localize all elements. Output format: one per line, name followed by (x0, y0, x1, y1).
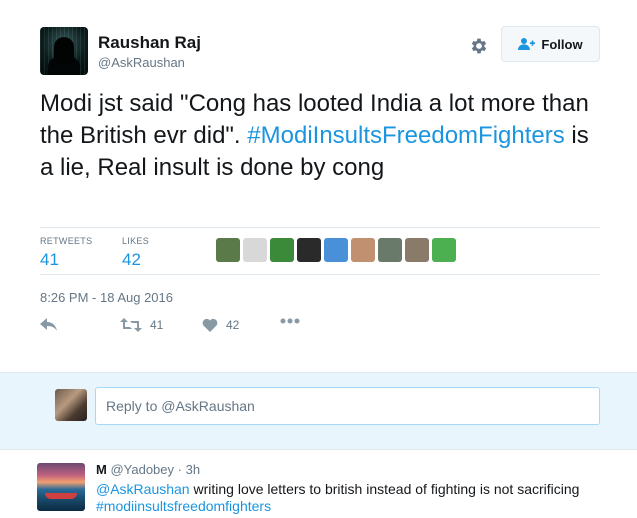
liker-avatars (216, 238, 456, 262)
reply-button[interactable] (40, 318, 58, 332)
reply-icon (40, 318, 57, 331)
reply-hashtag-link[interactable]: #modiinsultsfreedomfighters (96, 498, 271, 514)
reply-mention-link[interactable]: @AskRaushan (96, 481, 190, 497)
liker-avatar[interactable] (270, 238, 294, 262)
liker-avatar[interactable] (324, 238, 348, 262)
reply-author-avatar[interactable] (37, 463, 85, 511)
avatar-figure-hood (54, 37, 74, 63)
liker-avatar[interactable] (297, 238, 321, 262)
liker-avatar[interactable] (243, 238, 267, 262)
heart-icon (202, 318, 218, 332)
like-count: 42 (226, 318, 240, 332)
liker-avatar[interactable] (378, 238, 402, 262)
reply-text: @AskRaushan writing love letters to brit… (96, 481, 616, 515)
retweet-icon (120, 318, 142, 332)
liker-avatar[interactable] (351, 238, 375, 262)
follow-button-label: Follow (541, 36, 583, 52)
liker-avatar[interactable] (216, 238, 240, 262)
more-dots-icon (280, 318, 300, 324)
avatar-boat (45, 493, 77, 499)
likes-stat[interactable]: LIKES 42 (122, 236, 149, 270)
reply-composer: Reply to @AskRaushan (0, 372, 637, 450)
tweet-hashtag-link[interactable]: #ModiInsultsFreedomFighters (247, 122, 564, 149)
retweet-count: 41 (150, 318, 164, 332)
likes-label: LIKES (122, 236, 150, 246)
reply-tweet[interactable]: M @Yadobey · 3h @AskRaushan writing love… (0, 450, 637, 518)
likes-count: 42 (122, 250, 141, 269)
follow-button[interactable]: Follow (501, 26, 600, 62)
tweet-detail: Raushan Raj @AskRaushan Follow Modi jst … (0, 0, 637, 372)
tweet-text: Modi jst said "Cong has looted India a l… (40, 88, 600, 184)
retweets-count: 41 (40, 250, 59, 269)
reply-author-handle[interactable]: @Yadobey (110, 462, 174, 477)
follow-person-icon (518, 38, 536, 50)
liker-avatar[interactable] (405, 238, 429, 262)
reply-author-name[interactable]: M (96, 462, 107, 477)
like-button[interactable]: 42 (202, 318, 239, 332)
author-display-name[interactable]: Raushan Raj (98, 33, 201, 53)
more-button[interactable] (280, 318, 300, 324)
reply-input[interactable]: Reply to @AskRaushan (95, 387, 600, 425)
reply-time[interactable]: · 3h (178, 462, 200, 477)
gear-icon[interactable] (469, 36, 489, 56)
author-avatar[interactable] (40, 27, 88, 75)
reply-text-body: writing love letters to british instead … (189, 481, 580, 497)
retweet-button[interactable]: 41 (120, 318, 163, 332)
tweet-stats: RETWEETS 41 LIKES 42 (40, 227, 600, 275)
retweets-label: RETWEETS (40, 236, 93, 246)
retweets-stat[interactable]: RETWEETS 41 (40, 236, 92, 270)
current-user-avatar (55, 389, 87, 421)
liker-avatar[interactable] (432, 238, 456, 262)
author-screen-name[interactable]: @AskRaushan (98, 55, 185, 70)
reply-header: M @Yadobey · 3h (96, 462, 200, 477)
tweet-timestamp[interactable]: 8:26 PM - 18 Aug 2016 (40, 290, 173, 305)
